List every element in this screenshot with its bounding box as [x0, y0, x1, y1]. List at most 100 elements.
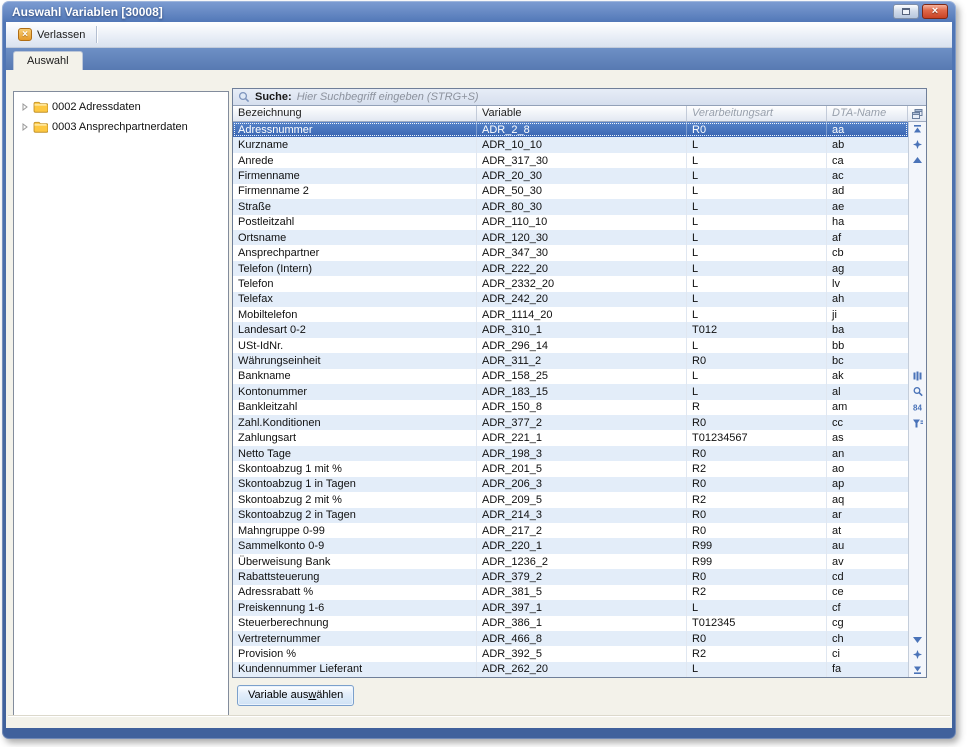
table-row[interactable]: Sammelkonto 0-9ADR_220_1R99au	[233, 538, 908, 553]
table-row[interactable]: AnsprechpartnerADR_347_30Lcb	[233, 245, 908, 260]
cell-variable: ADR_158_25	[477, 369, 687, 384]
cell-verarbeitungsart: L	[687, 153, 827, 168]
details-view-button[interactable]	[912, 370, 924, 381]
scroll-down-button[interactable]	[912, 634, 924, 645]
scroll-strip[interactable]: 84	[908, 122, 926, 677]
table-row[interactable]: FirmennameADR_20_30Lac	[233, 168, 908, 183]
column-chooser-button[interactable]	[908, 106, 926, 122]
table-row[interactable]: SteuerberechnungADR_386_1T012345cg	[233, 616, 908, 631]
table-row[interactable]: Preiskennung 1-6ADR_397_1Lcf	[233, 600, 908, 615]
jump-up-button[interactable]	[912, 139, 924, 150]
cell-dta-name: ch	[827, 631, 908, 646]
table-row[interactable]: Zahl.KonditionenADR_377_2R0cc	[233, 415, 908, 430]
table-row[interactable]: Skontoabzug 1 in TagenADR_206_3R0ap	[233, 477, 908, 492]
tab-auswahl[interactable]: Auswahl	[13, 51, 83, 70]
table-row[interactable]: ZahlungsartADR_221_1T01234567as	[233, 430, 908, 445]
record-number-badge[interactable]: 84	[912, 402, 924, 413]
cell-dta-name: ce	[827, 585, 908, 600]
column-header-verarbeitungsart[interactable]: Verarbeitungsart	[687, 106, 827, 122]
table-row[interactable]: Adressrabatt %ADR_381_5R2ce	[233, 585, 908, 600]
table-row[interactable]: Skontoabzug 2 in TagenADR_214_3R0ar	[233, 508, 908, 523]
table-row[interactable]: Mahngruppe 0-99ADR_217_2R0at	[233, 523, 908, 538]
table-row[interactable]: VertreternummerADR_466_8R0ch	[233, 631, 908, 646]
table-row[interactable]: Provision %ADR_392_5R2ci	[233, 646, 908, 661]
table-row[interactable]: Telefon (Intern)ADR_222_20Lag	[233, 261, 908, 276]
cell-variable: ADR_221_1	[477, 430, 687, 445]
column-header-variable[interactable]: Variable	[477, 106, 687, 122]
cell-verarbeitungsart: R0	[687, 446, 827, 461]
cell-bezeichnung: Adressrabatt %	[233, 585, 477, 600]
column-header-dta-name[interactable]: DTA-Name	[827, 106, 908, 122]
cell-verarbeitungsart: L	[687, 662, 827, 677]
table-row[interactable]: Skontoabzug 1 mit %ADR_201_5R2ao	[233, 461, 908, 476]
tree-item-adressdaten[interactable]: 0002 Adressdaten	[14, 97, 228, 117]
stacked-windows-icon	[912, 109, 923, 119]
verlassen-label: Verlassen	[37, 29, 85, 41]
titlebar[interactable]: Auswahl Variablen [30008] ×	[2, 1, 956, 22]
cell-variable: ADR_262_20	[477, 662, 687, 677]
tree-item-ansprechpartnerdaten[interactable]: 0003 Ansprechpartnerdaten	[14, 117, 228, 137]
cell-bezeichnung: Zahlungsart	[233, 430, 477, 445]
table-row[interactable]: Skontoabzug 2 mit %ADR_209_5R2aq	[233, 492, 908, 507]
table-row[interactable]: TelefonADR_2332_20Llv	[233, 276, 908, 291]
table-row[interactable]: KontonummerADR_183_15Lal	[233, 384, 908, 399]
cell-bezeichnung: USt-IdNr.	[233, 338, 477, 353]
cell-variable: ADR_310_1	[477, 322, 687, 337]
cell-bezeichnung: Kontonummer	[233, 384, 477, 399]
tab-label: Auswahl	[27, 55, 69, 67]
table-row[interactable]: Kundennummer LieferantADR_262_20Lfa	[233, 662, 908, 677]
magnifier-icon	[913, 387, 923, 397]
cell-variable: ADR_377_2	[477, 415, 687, 430]
table-row[interactable]: OrtsnameADR_120_30Laf	[233, 230, 908, 245]
cell-verarbeitungsart: R99	[687, 554, 827, 569]
folder-icon	[33, 121, 48, 133]
cell-bezeichnung: Bankleitzahl	[233, 400, 477, 415]
cell-dta-name: cf	[827, 600, 908, 615]
scroll-strip-middle: 84	[909, 370, 926, 429]
cell-variable: ADR_206_3	[477, 477, 687, 492]
cell-bezeichnung: Preiskennung 1-6	[233, 600, 477, 615]
column-header-bezeichnung[interactable]: Bezeichnung	[233, 106, 477, 122]
cell-variable: ADR_466_8	[477, 631, 687, 646]
scroll-strip-bottom	[909, 634, 926, 675]
cell-bezeichnung: Straße	[233, 199, 477, 214]
cell-dta-name: cc	[827, 415, 908, 430]
table-row[interactable]: WährungseinheitADR_311_2R0bc	[233, 353, 908, 368]
cell-variable: ADR_150_8	[477, 400, 687, 415]
cell-dta-name: bc	[827, 353, 908, 368]
scroll-to-bottom-button[interactable]	[912, 664, 924, 675]
restore-button[interactable]	[893, 4, 919, 19]
cell-variable: ADR_222_20	[477, 261, 687, 276]
table-row[interactable]: AdressnummerADR_2_8R0aa	[233, 122, 908, 137]
table-row[interactable]: BankleitzahlADR_150_8Ram	[233, 400, 908, 415]
zoom-button[interactable]	[912, 386, 924, 397]
filter-button[interactable]	[912, 418, 924, 429]
cell-variable: ADR_198_3	[477, 446, 687, 461]
verlassen-button[interactable]: × Verlassen	[14, 26, 91, 43]
cell-variable: ADR_242_20	[477, 292, 687, 307]
table-row[interactable]: MobiltelefonADR_1114_20Lji	[233, 307, 908, 322]
table-row[interactable]: USt-IdNr.ADR_296_14Lbb	[233, 338, 908, 353]
table-row[interactable]: Netto TageADR_198_3R0an	[233, 446, 908, 461]
table-row[interactable]: PostleitzahlADR_110_10Lha	[233, 215, 908, 230]
table-row[interactable]: BanknameADR_158_25Lak	[233, 369, 908, 384]
table-row[interactable]: Landesart 0-2ADR_310_1T012ba	[233, 322, 908, 337]
select-variable-button[interactable]: Variable auswählen	[237, 685, 354, 706]
chevron-right-icon[interactable]	[21, 103, 29, 111]
cell-dta-name: ao	[827, 461, 908, 476]
table-row[interactable]: Firmenname 2ADR_50_30Lad	[233, 184, 908, 199]
search-input[interactable]: Suche: Hier Suchbegriff eingeben (STRG+S…	[233, 89, 926, 106]
table-row[interactable]: Überweisung BankADR_1236_2R99av	[233, 554, 908, 569]
scroll-up-button[interactable]	[912, 154, 924, 165]
table-row[interactable]: StraßeADR_80_30Lae	[233, 199, 908, 214]
table-row[interactable]: KurznameADR_10_10Lab	[233, 137, 908, 152]
table-body: AdressnummerADR_2_8R0aaKurznameADR_10_10…	[233, 122, 908, 677]
close-button[interactable]: ×	[922, 4, 948, 19]
table-row[interactable]: RabattsteuerungADR_379_2R0cd	[233, 569, 908, 584]
table-row[interactable]: TelefaxADR_242_20Lah	[233, 292, 908, 307]
scroll-to-top-button[interactable]	[912, 124, 924, 135]
jump-down-button[interactable]	[912, 649, 924, 660]
table-row[interactable]: AnredeADR_317_30Lca	[233, 153, 908, 168]
cell-dta-name: at	[827, 523, 908, 538]
chevron-right-icon[interactable]	[21, 123, 29, 131]
